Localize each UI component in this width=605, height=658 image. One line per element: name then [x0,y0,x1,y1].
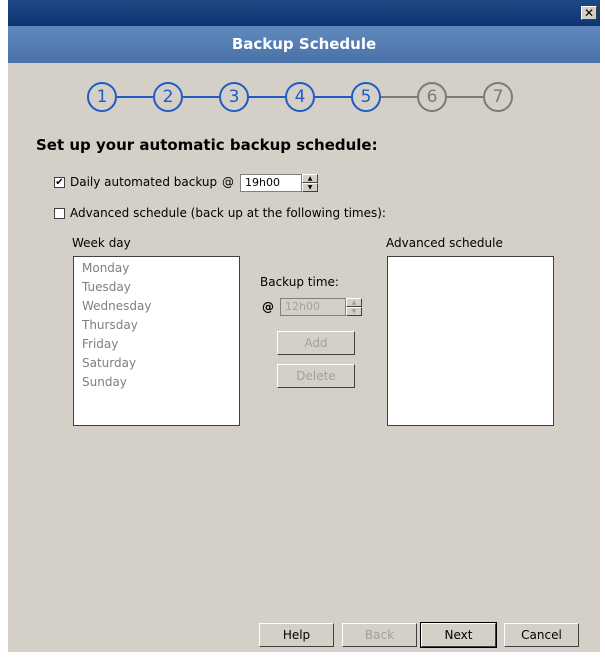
backup-time-at: @ [262,300,274,314]
step-1: 1 [87,82,117,112]
step-4: 4 [285,82,315,112]
step-connector [315,96,351,98]
title-bar[interactable]: ✕ [8,0,600,26]
checkmark-icon: ✔ [55,177,64,188]
close-icon: ✕ [583,6,595,20]
list-item[interactable]: Monday [74,259,239,278]
list-item[interactable]: Friday [74,335,239,354]
step-connector [249,96,285,98]
spin-up-button[interactable]: ▲ [346,298,362,307]
add-button[interactable]: Add [277,331,355,355]
list-item[interactable]: Thursday [74,316,239,335]
advanced-schedule-list[interactable] [387,256,554,426]
spin-up-button[interactable]: ▲ [302,174,318,183]
backup-time-input[interactable]: 12h00 [280,298,346,316]
step-connector [447,96,483,98]
list-item[interactable]: Tuesday [74,278,239,297]
step-connector [381,96,417,98]
step-2: 2 [153,82,183,112]
help-button[interactable]: Help [259,623,334,647]
step-connector [117,96,153,98]
step-6: 6 [417,82,447,112]
backup-time-label: Backup time: [260,275,339,289]
advanced-schedule-list-label: Advanced schedule [386,236,503,250]
step-indicator: 1 2 3 4 5 6 7 [8,63,600,128]
cancel-button[interactable]: Cancel [504,623,579,647]
step-connector [183,96,219,98]
advanced-schedule-label: Advanced schedule (back up at the follow… [70,206,386,220]
step-7: 7 [483,82,513,112]
spin-down-button[interactable]: ▼ [302,183,318,192]
daily-backup-checkbox[interactable]: ✔ [54,177,65,188]
step-5: 5 [351,82,381,112]
week-day-label: Week day [72,236,131,250]
list-item[interactable]: Sunday [74,373,239,392]
spin-down-button[interactable]: ▼ [346,307,362,316]
backup-time-stepper[interactable]: 12h00 ▲ ▼ [280,298,364,316]
week-day-list[interactable]: Monday Tuesday Wednesday Thursday Friday… [73,256,240,426]
at-symbol: @ [222,175,234,189]
page-heading: Set up your automatic backup schedule: [36,136,378,154]
dialog-header: Backup Schedule [8,26,600,63]
daily-backup-label: Daily automated backup [70,175,218,189]
close-button[interactable]: ✕ [581,6,597,20]
list-item[interactable]: Saturday [74,354,239,373]
delete-button[interactable]: Delete [277,364,355,388]
next-button[interactable]: Next [420,622,497,648]
step-3: 3 [219,82,249,112]
back-button[interactable]: Back [342,623,417,647]
advanced-schedule-checkbox[interactable] [54,208,65,219]
list-item[interactable]: Wednesday [74,297,239,316]
daily-time-input[interactable]: 19h00 [240,174,302,192]
dialog-window: ✕ Backup Schedule 1 2 3 4 5 6 7 Set up y… [8,0,600,652]
daily-time-stepper[interactable]: 19h00 ▲ ▼ [240,174,318,192]
